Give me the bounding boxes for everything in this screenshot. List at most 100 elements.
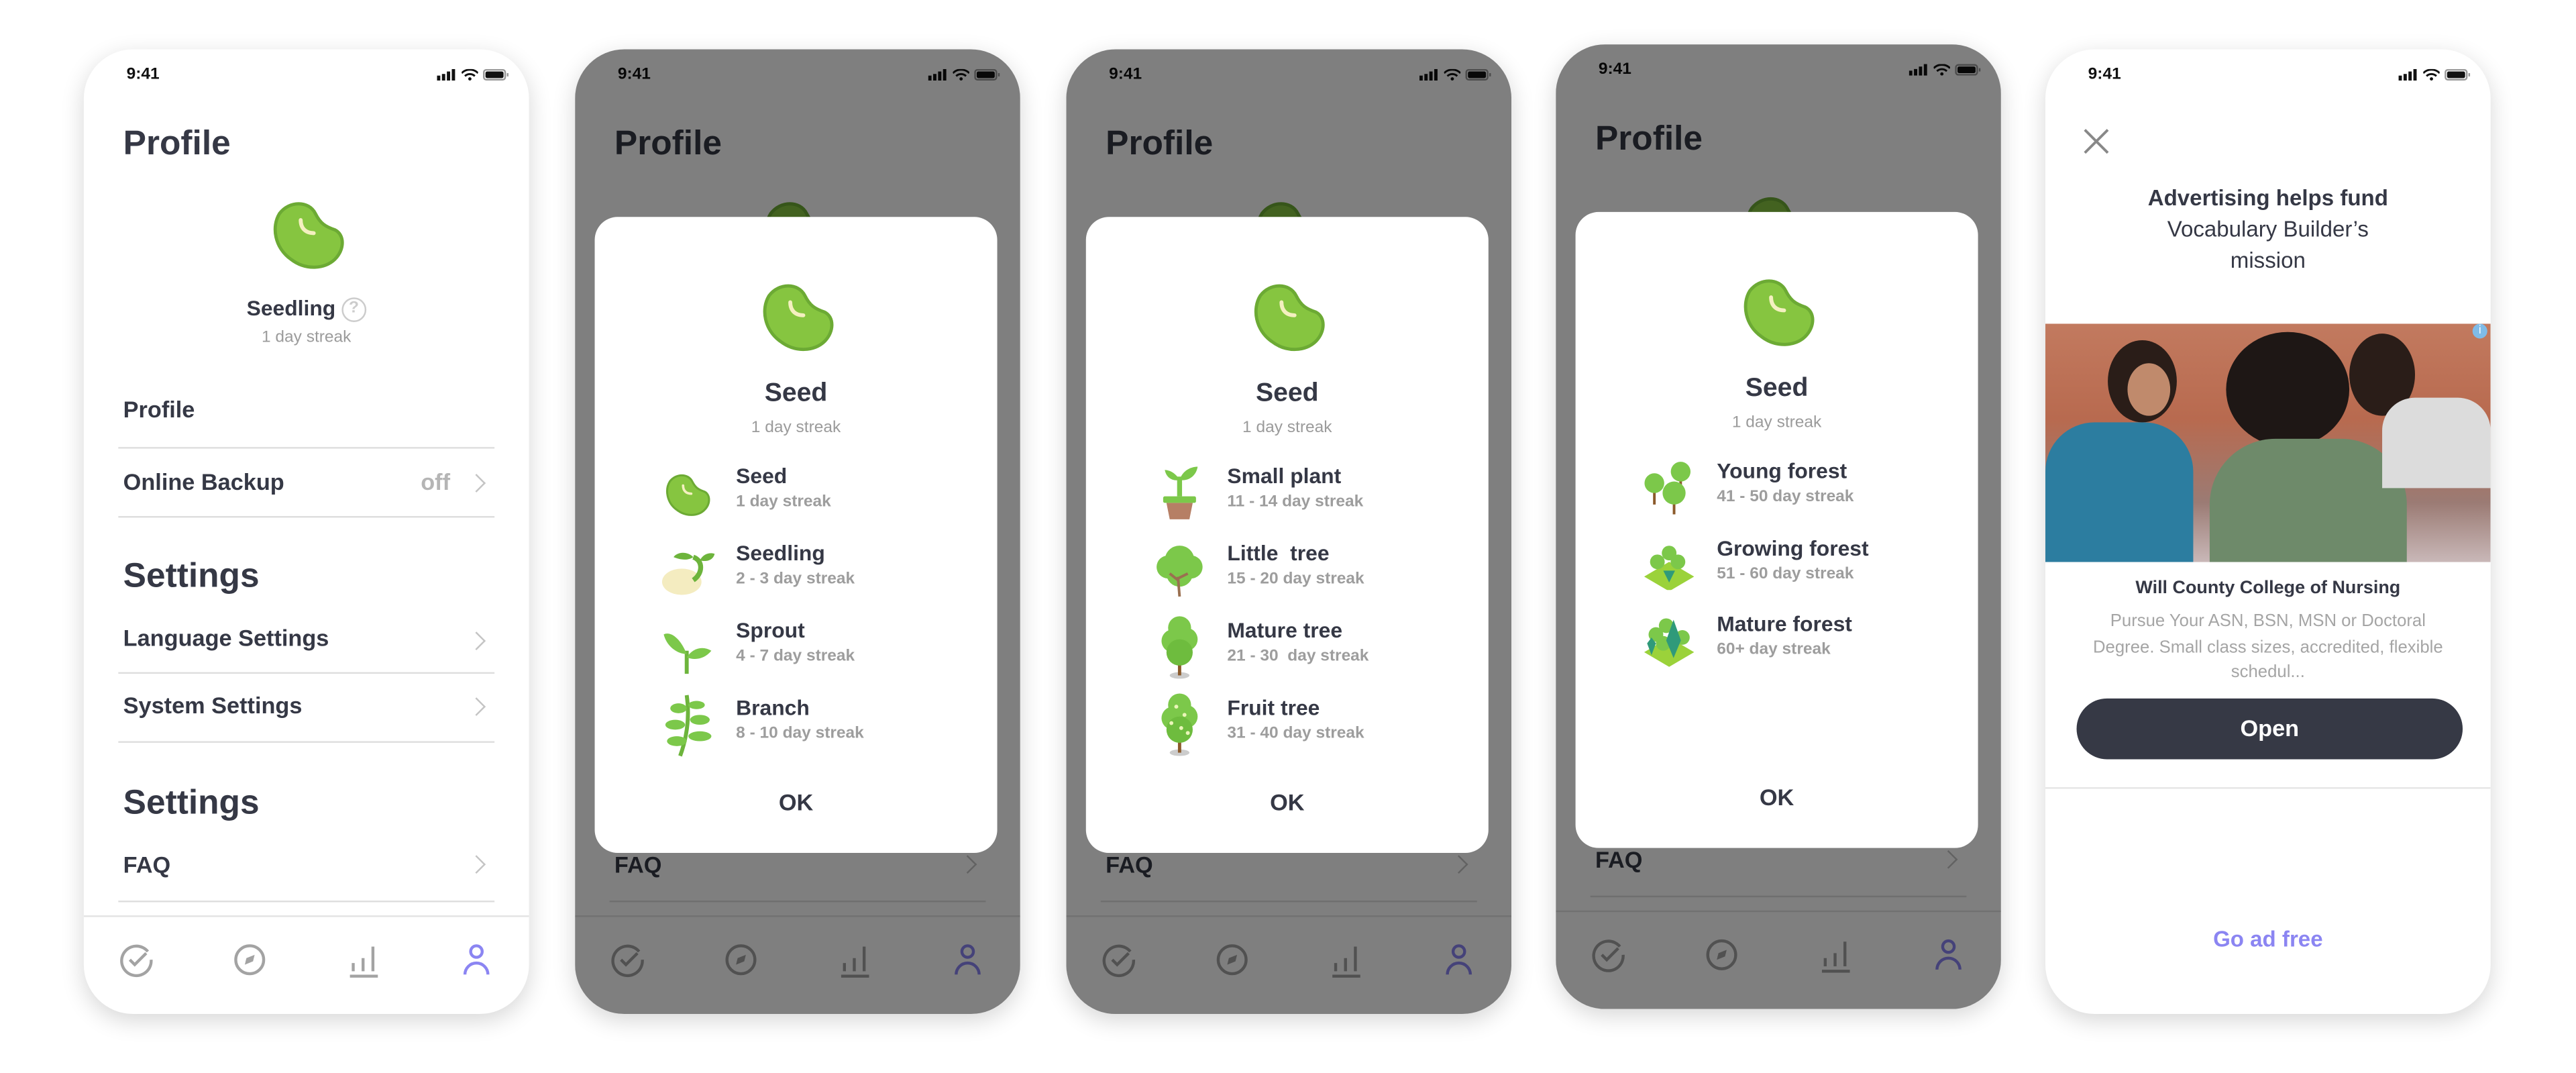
level-name: Mature forest: [1717, 611, 1852, 636]
status-icons: [437, 68, 509, 81]
level-range: 15 - 20 day streak: [1227, 570, 1364, 589]
ok-button[interactable]: OK: [1576, 784, 1978, 810]
question-circle-icon[interactable]: ?: [341, 297, 366, 323]
ok-button[interactable]: OK: [1086, 789, 1489, 815]
level-range: 2 - 3 day streak: [736, 570, 855, 589]
level-name: Fruit tree: [1227, 695, 1320, 720]
level-range: 41 - 50 day streak: [1717, 488, 1854, 507]
settings-heading: Settings: [123, 557, 260, 595]
level-name: Mature tree: [1227, 617, 1343, 643]
dialog-streak: 1 day streak: [751, 419, 841, 438]
dialog-title: Seed: [1255, 379, 1319, 408]
level-name: Seedling: [736, 540, 825, 566]
level-item: Sprout 4 - 7 day streak: [660, 615, 989, 680]
battery-icon: [2445, 68, 2471, 81]
chevron-right-icon[interactable]: [467, 631, 486, 650]
profile-screen-with-levels-dialog: 9:41 Profile Seedling ? 1 day streak Pro…: [575, 49, 1020, 1015]
tab-check-circle[interactable]: [118, 941, 154, 978]
sprout-icon: [660, 615, 716, 680]
advertiser-name: Will County College of Nursing: [2135, 578, 2401, 599]
level-item: Little tree 15 - 20 day streak: [1152, 538, 1481, 603]
chevron-right-icon[interactable]: [467, 474, 486, 493]
dialog-streak: 1 day streak: [1242, 419, 1332, 438]
profile-screen-with-levels-dialog: 9:41 Profile Seedling ? 1 day streak Pro…: [1556, 44, 2001, 1009]
level-range: 21 - 30 day streak: [1227, 647, 1369, 666]
tab-person[interactable]: [458, 941, 494, 978]
fruit-tree-icon: [1152, 692, 1208, 758]
signal-icon: [2398, 68, 2417, 81]
page-title: Profile: [123, 125, 231, 163]
level-item: Branch 8 - 10 day streak: [660, 692, 989, 758]
level-item: Mature forest 60+ day streak: [1642, 608, 1970, 674]
level-item: Growing forest 51 - 60 day streak: [1642, 531, 1970, 597]
level-item: Seed 1 day streak: [660, 460, 989, 526]
ad-headline: Advertising helps fund Vocabulary Builde…: [2045, 183, 2491, 276]
ad-image[interactable]: i: [2045, 323, 2491, 562]
profile-screen: 9:41 Profile Seedling ? 1 day streak Pro…: [83, 49, 529, 1015]
dialog-title: Seed: [1745, 374, 1809, 403]
faq-row[interactable]: FAQ: [123, 852, 170, 878]
streak-levels-dialog: Seed 1 day streak Seed 1 day streak Seed…: [594, 217, 998, 854]
signal-icon: [437, 68, 455, 81]
divider: [118, 901, 495, 903]
tab-bar-divider: [83, 915, 529, 917]
seed-icon: [759, 283, 835, 362]
dialog-streak: 1 day streak: [1731, 414, 1822, 433]
level-item: Small plant 11 - 14 day streak: [1152, 460, 1481, 526]
check-circle-icon: [118, 944, 154, 984]
level-range: 60+ day streak: [1717, 641, 1831, 660]
ok-button[interactable]: OK: [595, 789, 998, 815]
close-icon[interactable]: [2082, 127, 2111, 156]
ad-description: Pursue Your ASN, BSN, MSN or Doctoral De…: [2092, 611, 2443, 682]
headline-bold: Advertising helps fund: [2147, 185, 2388, 211]
seed-icon: [1250, 283, 1326, 362]
online-backup-row[interactable]: Online Backup: [123, 468, 284, 495]
ad-info-icon[interactable]: i: [2472, 323, 2487, 339]
level-range: 11 - 14 day streak: [1227, 493, 1364, 511]
young-forest-icon: [1642, 455, 1697, 521]
level-label: Seedling ?: [84, 296, 529, 323]
chevron-right-icon[interactable]: [467, 855, 486, 874]
level-name: Sprout: [736, 617, 805, 643]
status-time: 9:41: [2088, 65, 2121, 84]
streak-levels-dialog: Seed 1 day streak Small plant 11 - 14 da…: [1085, 217, 1489, 854]
headline-line: mission: [2230, 248, 2306, 273]
level-item: Fruit tree 31 - 40 day streak: [1152, 692, 1481, 758]
level-range: 51 - 60 day streak: [1717, 564, 1854, 583]
level-range: 1 day streak: [736, 493, 831, 511]
chevron-right-icon[interactable]: [467, 697, 486, 716]
profile-screen-with-levels-dialog: 9:41 Profile Seedling ? 1 day streak Pro…: [1066, 49, 1512, 1015]
divider: [118, 672, 495, 674]
growing-forest-icon: [1642, 531, 1697, 597]
wifi-icon: [462, 68, 478, 81]
potted-plant-icon: [1152, 460, 1208, 526]
ad-screen: 9:41 Advertising helps fund Vocabulary B…: [2045, 49, 2491, 1015]
divider: [118, 515, 495, 518]
status-icons: [2398, 68, 2471, 81]
headline-line: Vocabulary Builder’s: [2167, 217, 2369, 242]
language-settings-row[interactable]: Language Settings: [123, 625, 329, 651]
settings-heading: Settings: [123, 784, 260, 822]
status-time: 9:41: [126, 65, 160, 84]
divider: [118, 741, 495, 743]
tab-compass[interactable]: [231, 941, 268, 978]
divider: [118, 447, 495, 449]
mature-forest-icon: [1642, 608, 1697, 674]
bar-chart-icon: [345, 946, 381, 984]
level-item: Mature tree 21 - 30 day streak: [1152, 615, 1481, 680]
tab-bar-chart[interactable]: [345, 941, 381, 978]
mature-tree-icon: [1152, 615, 1208, 680]
divider: [2045, 787, 2491, 789]
seedling-icon: [660, 538, 716, 603]
dialog-title: Seed: [764, 379, 828, 408]
profile-row[interactable]: Profile: [123, 396, 195, 422]
seed-icon: [1739, 278, 1815, 358]
wifi-icon: [2423, 68, 2440, 81]
seed-icon: [660, 460, 716, 526]
level-name: Little tree: [1227, 540, 1330, 566]
system-settings-row[interactable]: System Settings: [123, 692, 303, 718]
level-item: Seedling 2 - 3 day streak: [660, 538, 989, 603]
go-ad-free-link[interactable]: Go ad free: [2045, 927, 2491, 952]
open-ad-button[interactable]: Open: [2076, 698, 2463, 760]
level-name: Growing forest: [1717, 535, 1869, 560]
